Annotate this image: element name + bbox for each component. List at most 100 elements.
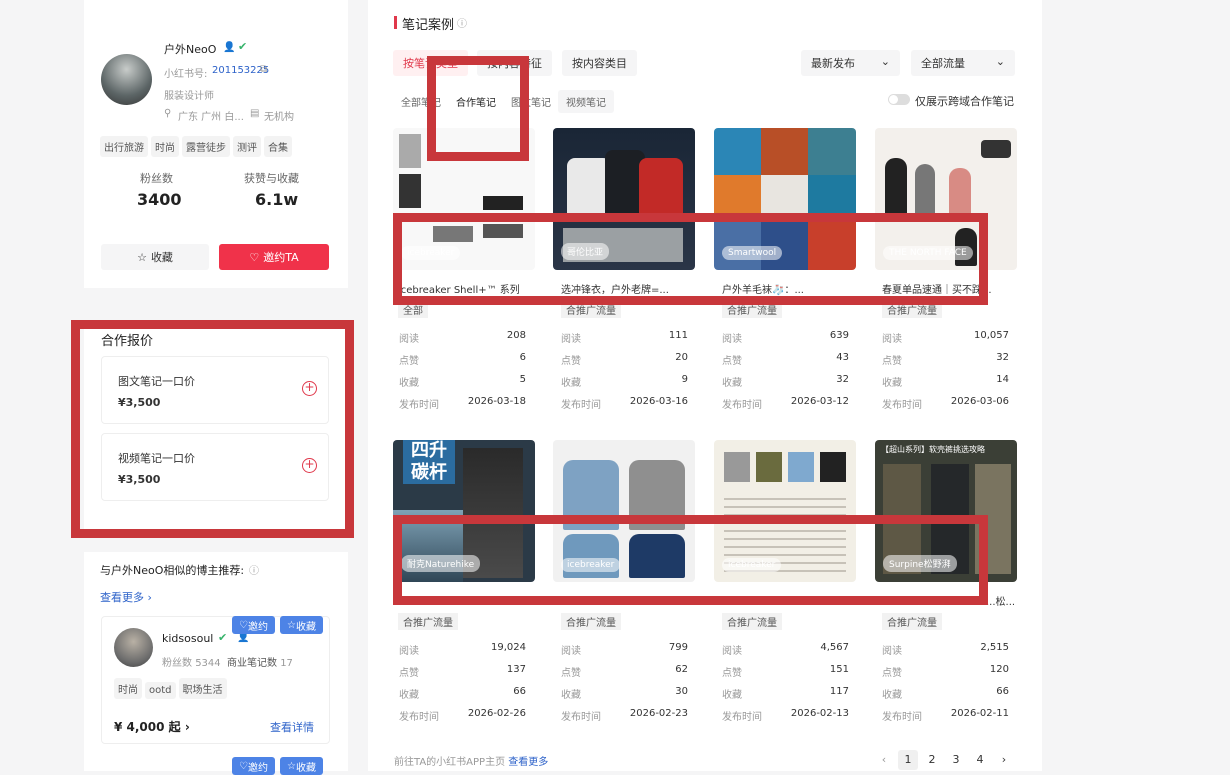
blogger-invite-button[interactable]: ♡ 邀约 [232,616,275,634]
notes-label: 商业笔记数 [227,658,277,669]
sort-select[interactable]: 最新发布 ⌄ [801,50,900,76]
stat-value: 2026-03-18 [467,396,526,407]
brand-label: icebreaker [561,558,621,572]
thumb-text: 四升 [411,440,447,461]
jacket-red [639,158,683,216]
blogger-collect-button[interactable]: ☆ 收藏 [280,757,323,775]
stat-label: 阅读 [561,334,581,345]
note-title[interactable]: 选冲锋衣，户外老牌=... [561,281,696,296]
price-value: ¥ 4,000 起 [114,720,181,734]
see-more-label: 查看更多 [100,591,144,604]
blogger-detail-link[interactable]: 查看详情 [270,719,314,735]
toggle-knob [889,95,898,104]
quote-label: 图文笔记一口价 [118,375,195,388]
note-thumbnail[interactable]: 哥伦比亚 [553,128,695,270]
traffic-select[interactable]: 全部流量 ⌄ [911,50,1015,76]
blogger-name: kidsosoul [162,632,214,645]
stat-label: 点赞 [561,356,581,367]
brand-label: Smartwool [722,246,783,260]
note-thumbnail[interactable]: icebreaker [714,440,856,582]
note-title[interactable]: ...松... [986,593,1015,608]
collect-button[interactable]: ☆ 收藏 [101,244,209,270]
page-1[interactable]: 1 [898,750,918,770]
quote-card: 合作报价 [84,320,348,538]
see-more-link[interactable]: 查看更多 [508,757,548,768]
filter-by-feature[interactable]: 按内容特征 [477,50,552,76]
blogger-collect-button[interactable]: ☆ 收藏 [280,616,323,634]
note-thumbnail[interactable]: icebreaker [553,440,695,582]
stat-value: 2026-03-06 [950,396,1009,407]
blogger-avatar[interactable] [114,628,153,667]
stat-label: 收藏 [561,690,581,701]
add-circle-icon[interactable]: + [302,381,317,396]
next-page-icon[interactable]: › [994,750,1014,770]
stat-label: 收藏 [561,378,581,389]
note-title[interactable]: 春夏单品速通｜买不踩... [882,281,1017,296]
stat-value: 62 [675,664,688,675]
brand-label: 耐克Naturehike [401,555,481,572]
add-circle-icon[interactable]: + [302,458,317,473]
stat-value: 111 [668,330,688,341]
model-figure [981,140,1011,158]
stat-label: 收藏 [399,690,419,701]
note-thumbnail[interactable]: THE NORTH FACE [875,128,1017,270]
avatar[interactable] [101,54,152,105]
location-icon: ⚲ [164,108,172,119]
fans-label: 粉丝数 [162,658,192,669]
stat-label: 发布时间 [561,712,601,723]
brand-label: icebreaker [722,558,782,572]
brand-label: Surpine松野湃 [883,555,957,572]
tag: 露营徒步 [182,136,230,157]
page-3[interactable]: 3 [946,750,966,770]
notes-panel [368,0,1042,771]
stat-value: 2026-02-23 [629,708,688,719]
footer-link: 前往TA的小红书APP主页 查看更多 [394,753,548,768]
page-4[interactable]: 4 [970,750,990,770]
note-thumbnail[interactable]: 【超山系列】软壳裤挑选攻略 Surpine松野湃 [875,440,1017,582]
quote-title: 合作报价 [101,334,154,349]
note-thumbnail[interactable]: Smartwool [714,128,856,270]
blogger-price: ¥ 4,000 起 › [114,720,190,734]
tag: 职场生活 [178,678,227,699]
subtab-image[interactable]: 图文笔记 [503,90,559,113]
stat-value: 66 [996,686,1009,697]
note-thumbnail[interactable]: 四升 碳杆 耐克Naturehike [393,440,535,582]
subtab-collab[interactable]: 合作笔记 [448,90,504,113]
copy-icon[interactable]: ⧉ [260,64,267,75]
filter-by-type[interactable]: 按笔记类型 [393,50,468,76]
traffic-tag: 合推广流量 [561,613,621,630]
thumb-headline: 四升 碳杆 [403,440,455,484]
stat-label: 收藏 [722,378,742,389]
notes-title-bar [394,16,397,29]
thumb-text: 碳杆 [411,462,447,483]
stat-value: 117 [829,686,849,697]
stat-label: 发布时间 [882,400,922,411]
stat-value: 66 [513,686,526,697]
shirt-sky [788,452,814,482]
subtab-all[interactable]: 全部笔记 [393,90,449,113]
subtab-video[interactable]: 视频笔记 [558,90,614,113]
quote-video-note: 视频笔记一口价 ¥3,500 + [101,433,329,501]
invite-button[interactable]: ♡ 邀约TA [219,244,329,270]
profile-role: 服装设计师 [164,91,214,102]
tag: 测评 [233,136,261,157]
likes-label: 获赞与收藏 [244,172,299,185]
shirt-black [820,452,846,482]
note-title[interactable]: 户外羊毛袜🧦：... [722,281,857,296]
page-2[interactable]: 2 [922,750,942,770]
blogger-stats: 粉丝数 5344 商业笔记数 17 [162,654,293,669]
cross-domain-toggle[interactable] [888,94,910,105]
see-more-link[interactable]: 查看更多 › [100,589,152,605]
note-title[interactable]: icebreaker Shell+™ 系列 [398,281,533,296]
stat-label: 点赞 [722,668,742,679]
filter-by-category[interactable]: 按内容类目 [562,50,637,76]
note-thumbnail[interactable]: icebreaker [393,128,535,270]
prev-page-icon[interactable]: ‹ [874,750,894,770]
blogger-invite-button[interactable]: ♡ 邀约 [232,757,275,775]
stat-value: 4,567 [820,642,849,653]
notes-value: 17 [280,658,293,669]
toggle-label: 仅展示跨域合作笔记 [915,95,1014,108]
chevron-down-icon: ⌄ [995,55,1005,68]
stat-label: 阅读 [722,646,742,657]
footer-prefix: 前往TA的小红书APP主页 [394,757,506,768]
